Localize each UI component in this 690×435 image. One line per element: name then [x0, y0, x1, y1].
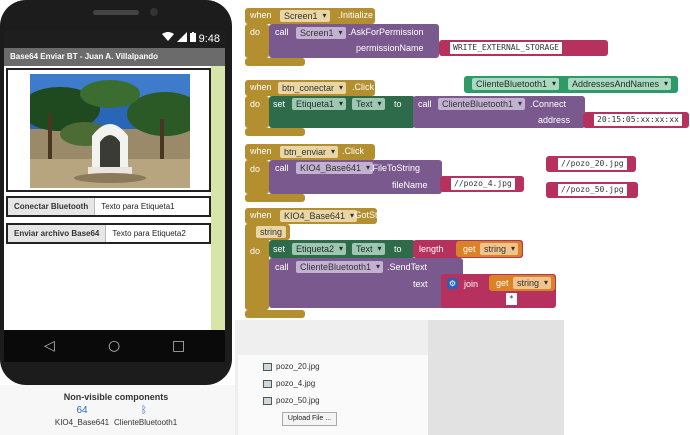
screen-scroll-edge	[211, 66, 225, 330]
phone-camera	[150, 8, 158, 16]
dropdown-clientebluetooth-getter[interactable]: ClienteBluetooth1	[472, 78, 560, 90]
dropdown-etiqueta1[interactable]: Etiqueta1	[292, 98, 347, 110]
base64-icon: 64	[76, 405, 88, 416]
dropdown-clientebluetooth[interactable]: ClienteBluetooth1	[438, 98, 526, 110]
battery-icon	[189, 32, 196, 45]
text-address[interactable]: 20:15:05:xx:xx:xx	[594, 114, 682, 126]
upload-file-button[interactable]: Upload File ...	[282, 412, 337, 426]
dropdown-screen1-call[interactable]: Screen1	[296, 27, 346, 39]
dropdown-clientebluetooth-send[interactable]: ClienteBluetooth1	[296, 261, 384, 273]
bluetooth-icon: ᛒ	[141, 405, 147, 416]
home-icon[interactable]: ○	[108, 338, 120, 354]
phone-screen: 9:48 Base64 Enviar BT - Juan A. Villalpa…	[4, 30, 225, 330]
row-send: Enviar archivo Base64 Texto para Etiquet…	[6, 223, 211, 244]
app-title: Base64 Enviar BT - Juan A. Villalpando	[4, 48, 225, 66]
well-photo	[30, 74, 190, 188]
label-etiqueta1: Texto para Etiqueta1	[101, 202, 175, 211]
back-icon[interactable]: ◁	[44, 338, 55, 354]
text-asterisk[interactable]: *	[506, 293, 517, 305]
screen-content: Conectar Bluetooth Texto para Etiqueta1 …	[4, 66, 211, 330]
dropdown-btn-conectar[interactable]: btn_conectar	[278, 82, 347, 94]
image-component[interactable]	[6, 68, 211, 192]
non-visible-title: Non-visible components	[63, 392, 169, 402]
non-visible-kio4[interactable]: 64 KIO4_Base641	[52, 405, 112, 427]
app-inventor-workspace: 9:48 Base64 Enviar BT - Juan A. Villalpa…	[0, 0, 690, 435]
signal-icon	[176, 32, 187, 45]
android-nav-bar: ◁ ○ □	[4, 330, 225, 362]
dropdown-get-string[interactable]: string	[480, 243, 519, 255]
mutator-gear-icon[interactable]: ⚙	[447, 278, 458, 289]
text-write-external-storage[interactable]: WRITE_EXTERNAL_STORAGE	[450, 42, 562, 54]
media-file-pozo4[interactable]: pozo_4.jpg	[263, 379, 315, 388]
image-file-icon	[263, 379, 272, 388]
param-string[interactable]: string	[256, 226, 287, 238]
connect-bluetooth-button[interactable]: Conectar Bluetooth	[8, 198, 96, 215]
phone-mockup: 9:48 Base64 Enviar BT - Juan A. Villalpa…	[0, 0, 232, 385]
send-base64-button[interactable]: Enviar archivo Base64	[8, 225, 107, 242]
dropdown-btn-enviar[interactable]: btn_enviar	[280, 146, 339, 158]
dropdown-kio4-event[interactable]: KIO4_Base641	[280, 210, 358, 222]
non-visible-bluetooth[interactable]: ᛒ ClienteBluetooth1	[114, 405, 177, 427]
row-connect: Conectar Bluetooth Texto para Etiqueta1	[6, 196, 211, 217]
media-file-pozo20[interactable]: pozo_20.jpg	[263, 362, 320, 371]
image-file-icon	[263, 396, 272, 405]
text-pozo4[interactable]: //pozo_4.jpg	[451, 178, 515, 190]
label-etiqueta2: Texto para Etiqueta2	[112, 229, 186, 238]
dropdown-text-property[interactable]: Text	[352, 98, 385, 110]
dropdown-kio4-base64[interactable]: KIO4_Base641	[296, 162, 374, 174]
dropdown-text-property-2[interactable]: Text	[352, 243, 385, 255]
media-file-pozo50[interactable]: pozo_50.jpg	[263, 396, 320, 405]
wifi-icon	[161, 32, 174, 45]
status-bar: 9:48	[4, 30, 225, 48]
phone-speaker	[93, 10, 139, 15]
status-time: 9:48	[198, 32, 220, 45]
image-file-icon	[263, 362, 272, 371]
properties-panel-edge	[428, 320, 564, 435]
dropdown-screen1[interactable]: Screen1	[280, 10, 330, 22]
dropdown-etiqueta2[interactable]: Etiqueta2	[292, 243, 347, 255]
recents-icon[interactable]: □	[172, 338, 185, 354]
dropdown-get-string-2[interactable]: string	[513, 277, 552, 289]
dropdown-addresses-and-names[interactable]: AddressesAndNames	[568, 78, 672, 90]
